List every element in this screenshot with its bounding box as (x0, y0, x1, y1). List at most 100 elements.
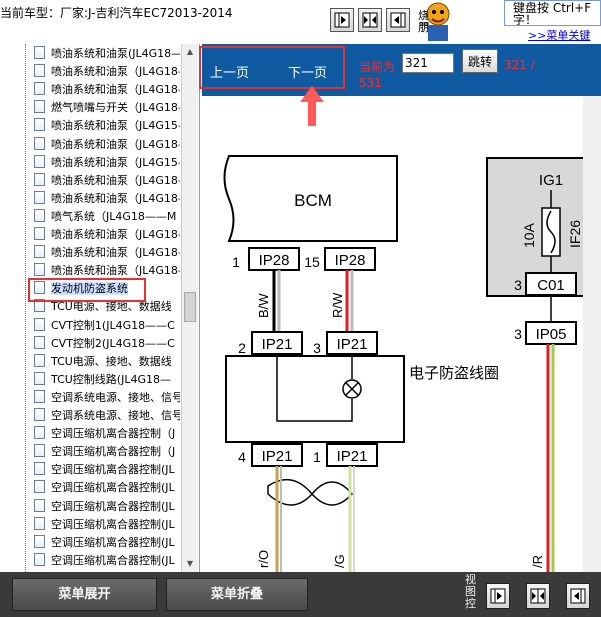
tree-item[interactable]: CVT控制2(JL4G18——C (34, 335, 180, 353)
tree-item-label: 空调系统电源、接地、信号 (51, 409, 180, 422)
tree-item[interactable]: 喷气系统（JL4G18——M (34, 208, 180, 226)
tree-item-label: 空调压缩机离合器控制（J (51, 427, 176, 441)
tree-item[interactable]: 喷油系统和油泵（JL4G15— (34, 154, 180, 172)
mascot-text: 烧 朋 (418, 9, 429, 34)
wire-g-label: /G (332, 554, 347, 568)
tree-item-label: 空调压缩机离合器控制（J (51, 445, 176, 459)
document-icon (34, 190, 45, 204)
document-icon (34, 64, 45, 78)
tree-item-label: 空调压缩机离合器控制(JL (51, 535, 175, 549)
tree-item[interactable]: 空调系统电源、接地、信号 (34, 389, 180, 407)
pin-15-label: 15 (304, 254, 320, 270)
menu-collapse-button[interactable]: 菜单折叠 (166, 578, 308, 611)
document-icon (34, 444, 45, 458)
wire-o-label: r/O (256, 550, 271, 568)
bottom-split-view-button[interactable] (526, 583, 550, 609)
tree-item-label: 喷油系统和油泵（JL4G15— (51, 119, 180, 133)
tree-item[interactable]: 空调压缩机离合器控制(JL (34, 479, 180, 497)
red-arrow-icon (300, 86, 324, 126)
pin-2-label: 2 (238, 340, 246, 356)
document-icon (34, 371, 45, 385)
tree-item-label: 燃气喷嘴与开关（JL4G18— (51, 101, 180, 115)
document-icon (34, 154, 45, 168)
current-page-label: 当前为 (359, 60, 396, 74)
show-menu-button[interactable] (330, 8, 354, 32)
tree-item-label: TCU电源、接地、数据线 (51, 300, 172, 314)
connector-ip21-b-label: IP21 (337, 336, 368, 353)
tree-item-label: 喷油系统和油泵（JL4G18— (51, 228, 180, 241)
tree-item[interactable]: 喷油系统和油泵（JL4G18— (34, 63, 180, 81)
bcm-label: BCM (294, 191, 332, 210)
viewer-scrollbar[interactable] (583, 96, 601, 572)
tree-item-label: 空调压缩机离合器控制(JL (51, 481, 175, 495)
tree-item[interactable]: 燃气喷嘴与开关（JL4G18— (34, 99, 180, 117)
document-icon (34, 245, 45, 259)
ig1-label: IG1 (539, 172, 563, 189)
jump-button[interactable]: 跳转 (462, 49, 498, 73)
tree-item[interactable]: 喷油系统和油泵（JL4G18— (34, 172, 180, 190)
document-icon (34, 208, 45, 222)
bottom-hide-menu-button[interactable] (566, 583, 590, 609)
split-view-button[interactable] (358, 8, 382, 32)
document-icon (34, 172, 45, 186)
tree-item[interactable]: 喷油系统和油泵（JL4G18— (34, 244, 180, 262)
page-number-input[interactable] (402, 53, 454, 73)
tree-item-label: 空调压缩机离合器控制(JL (51, 499, 175, 513)
coil-label: 电子防盗线圈 (409, 365, 499, 382)
tree-item[interactable]: 空调压缩机离合器控制(JL (34, 498, 180, 516)
tree-item[interactable]: 喷油系统和油泵（JL4G15— (34, 117, 180, 135)
bottom-show-menu-button[interactable] (486, 583, 510, 609)
tree-item[interactable]: TCU控制线路(JL4G18— (34, 371, 180, 389)
tree-item-label: 喷油系统和油泵（JL4G18— (51, 83, 180, 97)
tree-item[interactable]: 空调压缩机离合器控制（J (34, 425, 180, 443)
scroll-down-icon[interactable]: ▼ (182, 556, 198, 572)
tree-item[interactable]: 空调压缩机离合器控制(JL (34, 534, 180, 552)
tree-item[interactable]: 空调压缩机离合器控制(JL (34, 461, 180, 479)
tree-item[interactable]: 空调压缩机离合器控制（J (34, 443, 180, 461)
scroll-up-icon[interactable]: ▲ (182, 44, 198, 60)
immobilizer-coil-box (225, 355, 405, 443)
fuse-name-label: IF26 (567, 220, 583, 248)
tree-item[interactable]: 喷油系统和油泵（JL4G18— (34, 226, 180, 244)
document-icon (34, 426, 45, 440)
document-icon (34, 46, 45, 59)
tree-item[interactable]: 喷油系统和油泵(JL4G18— (34, 45, 180, 63)
tree-item[interactable]: CVT控制1(JL4G18——C (34, 317, 180, 335)
wire-bw-label: B/W (256, 293, 271, 318)
tree-item[interactable]: 空调系统电源、接地、信号 (34, 407, 180, 425)
tree-item[interactable]: 喷油系统和油泵（JL4G18— (34, 190, 180, 208)
menu-keyword-link[interactable]: >>菜单关键 (528, 27, 590, 43)
tree-item-label: TCU控制线路(JL4G18— (51, 372, 171, 386)
tree-item[interactable]: 空调压缩机离合器控制(JL (34, 516, 180, 534)
document-icon (34, 317, 45, 331)
pin-3-label: 3 (313, 340, 321, 356)
document-icon (34, 516, 45, 530)
car-model-label: 当前车型：厂家:J-吉利汽车EC72013-2014 (0, 6, 233, 20)
tree-scrollbar[interactable]: ▲ ▼ (181, 44, 198, 572)
wire-r-label: /R (530, 555, 545, 568)
document-icon (34, 227, 45, 240)
document-icon (34, 552, 45, 566)
wiring-diagram: BCM 1 IP28 15 IP28 B/W R/W 2 IP21 3 IP21… (223, 155, 584, 572)
tree-item[interactable]: TCU电源、接地、数据线 (34, 353, 180, 371)
document-icon (34, 263, 45, 277)
tree-item-label: 空调压缩机离合器控制(JL (51, 553, 175, 567)
fuse-amp-label: 10A (521, 222, 537, 248)
document-icon (34, 353, 45, 367)
tree-item-label: 喷油系统和油泵（JL4G18— (51, 65, 180, 79)
tree-item-label: 喷油系统和油泵（JL4G18— (51, 246, 180, 260)
connector-ip28-b-label: IP28 (335, 252, 366, 269)
tree-item-label: 空调压缩机离合器控制(JL (51, 517, 175, 531)
menu-expand-button[interactable]: 菜单展开 (12, 578, 157, 611)
hide-menu-button[interactable] (386, 8, 410, 32)
tree-item[interactable]: 喷油系统和油泵（JL4G18— (34, 136, 180, 154)
top-bar: 当前车型：厂家:J-吉利汽车EC72013-2014 烧 朋 键盘按 Ctrl+… (0, 0, 601, 44)
tree-item-label: 喷油系统和油泵(JL4G18— (51, 47, 180, 60)
tree-item[interactable]: 空调压缩机离合器控制(JL (34, 552, 180, 570)
scroll-thumb[interactable] (184, 292, 196, 322)
document-icon (34, 136, 45, 150)
document-icon (34, 118, 45, 132)
tree-item[interactable]: 喷油系统和油泵（JL4G18— (34, 81, 180, 99)
document-icon (34, 408, 45, 421)
tree-item-label: 空调压缩机离合器控制(JL (51, 463, 175, 477)
